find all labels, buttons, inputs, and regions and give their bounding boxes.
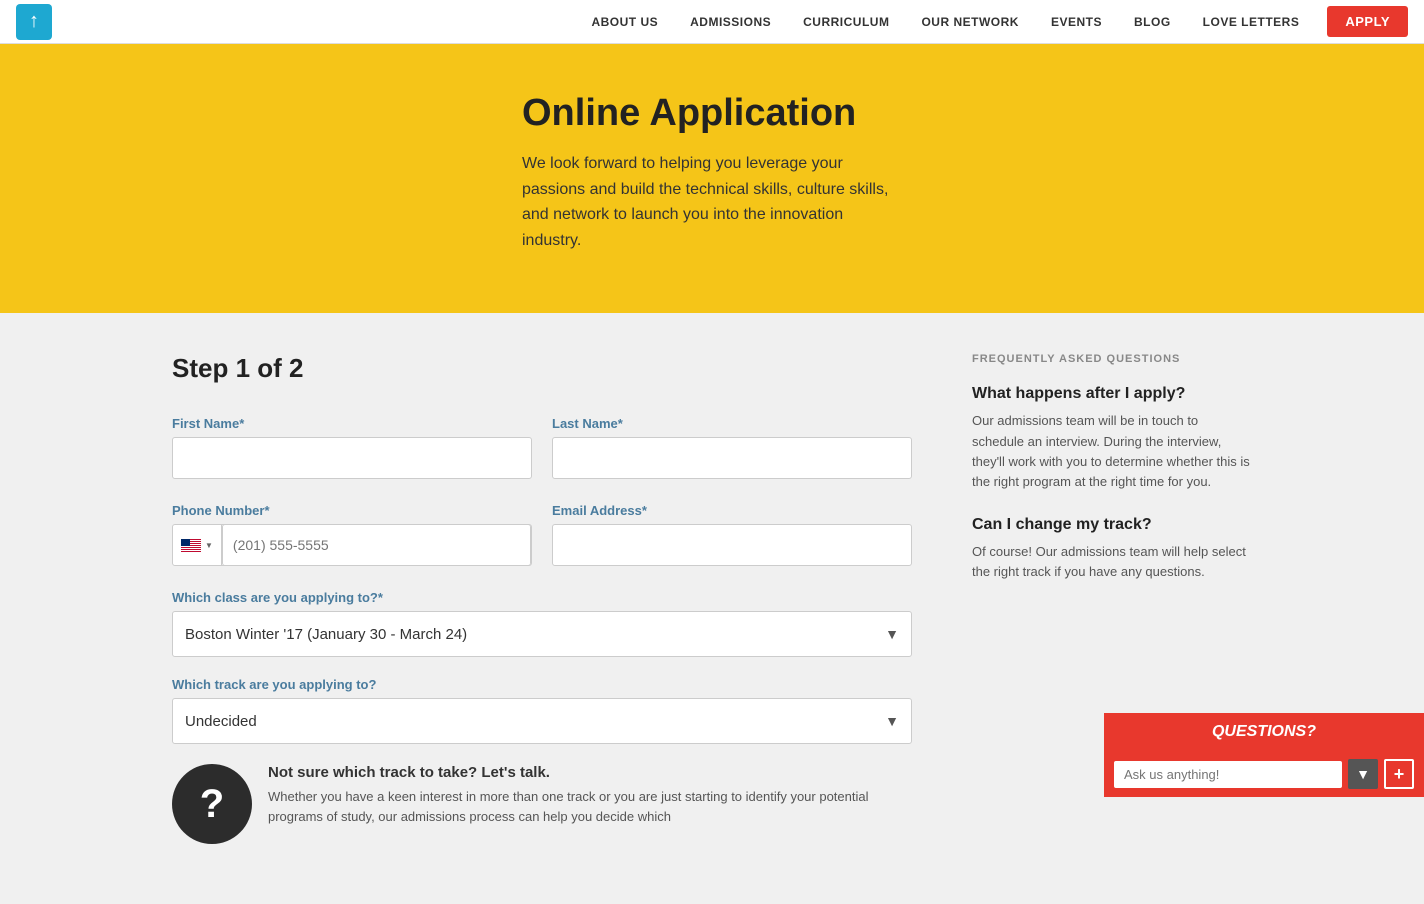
phone-group: Phone Number* ▼ — [172, 503, 532, 566]
navbar: ↑ ABOUT US ADMISSIONS CURRICULUM OUR NET… — [0, 0, 1424, 44]
last-name-input[interactable] — [552, 437, 912, 479]
nav-about-us[interactable]: ABOUT US — [575, 0, 674, 44]
flag-caret-icon: ▼ — [205, 541, 213, 550]
faq-answer-2: Of course! Our admissions team will help… — [972, 542, 1252, 582]
chat-add-icon: + — [1394, 764, 1405, 785]
contact-row: Phone Number* ▼ Email Address* — [172, 503, 912, 566]
track-info-title: Not sure which track to take? Let's talk… — [268, 764, 912, 781]
track-select[interactable]: Undecided Software Engineering Product M… — [173, 699, 911, 743]
track-info-box: ? Not sure which track to take? Let's ta… — [172, 764, 912, 844]
email-group: Email Address* — [552, 503, 912, 566]
step-header: Step 1 of 2 — [172, 353, 912, 384]
phone-input[interactable] — [222, 524, 531, 566]
nav-curriculum[interactable]: CURRICULUM — [787, 0, 905, 44]
chat-input[interactable] — [1114, 761, 1342, 788]
faq-answer-1: Our admissions team will be in touch to … — [972, 411, 1252, 492]
chat-send-button[interactable]: ▼ — [1348, 759, 1378, 789]
nav-links: ABOUT US ADMISSIONS CURRICULUM OUR NETWO… — [575, 0, 1408, 44]
email-input[interactable] — [552, 524, 912, 566]
phone-label: Phone Number* — [172, 503, 532, 518]
nav-apply-button[interactable]: APPLY — [1327, 6, 1408, 37]
track-group: Which track are you applying to? Undecid… — [172, 677, 912, 744]
phone-input-wrapper: ▼ — [172, 524, 532, 566]
chat-add-button[interactable]: + — [1384, 759, 1414, 789]
chat-input-bar: ▼ + — [1104, 751, 1424, 797]
nav-our-network[interactable]: OUR NETWORK — [905, 0, 1035, 44]
faq-question-1: What happens after I apply? — [972, 385, 1252, 403]
chat-questions-label: QUESTIONS? — [1212, 723, 1316, 740]
question-mark-icon: ? — [200, 782, 224, 827]
hero-title: Online Application — [522, 92, 902, 135]
nav-admissions[interactable]: ADMISSIONS — [674, 0, 787, 44]
class-select[interactable]: Boston Winter '17 (January 30 - March 24… — [173, 612, 911, 656]
last-name-label: Last Name* — [552, 416, 912, 431]
faq-section-label: FREQUENTLY ASKED QUESTIONS — [972, 353, 1252, 365]
site-logo[interactable]: ↑ — [16, 4, 52, 40]
track-label: Which track are you applying to? — [172, 677, 912, 692]
us-flag-icon — [181, 539, 201, 552]
nav-blog[interactable]: BLOG — [1118, 0, 1187, 44]
class-group: Which class are you applying to?* Boston… — [172, 590, 912, 657]
class-label: Which class are you applying to?* — [172, 590, 912, 605]
email-label: Email Address* — [552, 503, 912, 518]
first-name-input[interactable] — [172, 437, 532, 479]
track-info-body: Whether you have a keen interest in more… — [268, 787, 912, 826]
track-select-wrapper: Undecided Software Engineering Product M… — [172, 698, 912, 744]
phone-flag-selector[interactable]: ▼ — [173, 525, 222, 565]
track-info-text: Not sure which track to take? Let's talk… — [268, 764, 912, 826]
last-name-group: Last Name* — [552, 416, 912, 479]
nav-events[interactable]: EVENTS — [1035, 0, 1118, 44]
chat-questions-button[interactable]: QUESTIONS? — [1104, 713, 1424, 751]
faq-item-2: Can I change my track? Of course! Our ad… — [972, 516, 1252, 582]
form-section: Step 1 of 2 First Name* Last Name* Phone… — [172, 353, 912, 844]
chat-send-icon: ▼ — [1356, 766, 1370, 782]
first-name-group: First Name* — [172, 416, 532, 479]
hero-section: Online Application We look forward to he… — [0, 44, 1424, 313]
first-name-label: First Name* — [172, 416, 532, 431]
chat-widget: QUESTIONS? ▼ + — [1104, 713, 1424, 797]
faq-item-1: What happens after I apply? Our admissio… — [972, 385, 1252, 492]
nav-love-letters[interactable]: LOVE LETTERS — [1187, 0, 1316, 44]
class-select-wrapper: Boston Winter '17 (January 30 - March 24… — [172, 611, 912, 657]
question-avatar: ? — [172, 764, 252, 844]
hero-subtitle: We look forward to helping you leverage … — [522, 151, 902, 253]
name-row: First Name* Last Name* — [172, 416, 912, 479]
faq-question-2: Can I change my track? — [972, 516, 1252, 534]
main-content: Step 1 of 2 First Name* Last Name* Phone… — [0, 313, 1424, 904]
